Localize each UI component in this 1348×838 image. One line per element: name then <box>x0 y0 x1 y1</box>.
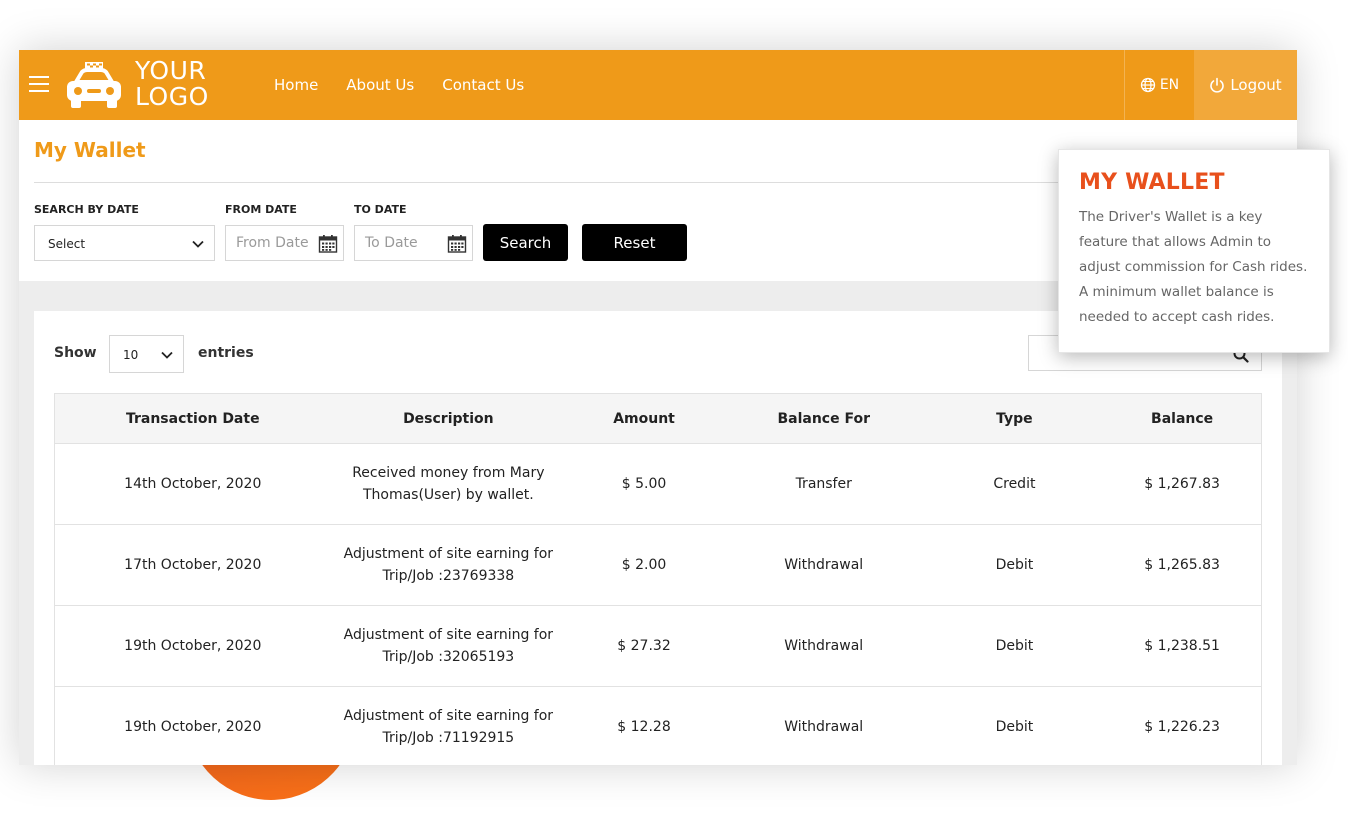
cell-balance: $ 1,238.51 <box>1144 638 1220 654</box>
column-header-balance-for[interactable]: Balance For <box>722 394 926 443</box>
feature-tooltip: MY WALLET The Driver's Wallet is a key f… <box>1058 149 1330 353</box>
logo-text: YOUR LOGO <box>135 56 209 111</box>
cell-balance-for: Withdrawal <box>784 638 864 654</box>
column-header-description[interactable]: Description <box>331 394 567 443</box>
entries-value: 10 <box>123 348 139 362</box>
cell-description: Adjustment of site earning for Trip/Job … <box>343 546 554 584</box>
table-header: Transaction Date Description Amount Bala… <box>55 394 1261 444</box>
cell-amount: $ 5.00 <box>621 476 667 492</box>
entries-per-page-select[interactable]: 10 <box>109 335 184 373</box>
show-label: Show <box>54 345 97 361</box>
search-button[interactable]: Search <box>483 224 568 261</box>
cell-type: Debit <box>995 638 1034 654</box>
cell-transaction-date: 19th October, 2020 <box>124 638 262 654</box>
cell-balance: $ 1,267.83 <box>1144 476 1220 492</box>
to-date-placeholder: To Date <box>365 235 418 251</box>
cell-type: Credit <box>993 476 1036 492</box>
cell-balance-for: Transfer <box>795 476 852 492</box>
cell-type: Debit <box>995 557 1034 573</box>
power-icon <box>1210 77 1225 93</box>
cell-description: Received money from Mary Thomas(User) by… <box>352 465 545 503</box>
table-row: 17th October, 2020 Adjustment of site ea… <box>55 525 1261 606</box>
cell-amount: $ 27.32 <box>617 638 671 654</box>
page-title: My Wallet <box>34 138 146 162</box>
entries-label: entries <box>198 345 254 361</box>
cell-balance: $ 1,265.83 <box>1144 557 1220 573</box>
cell-transaction-date: 14th October, 2020 <box>124 476 262 492</box>
cell-type: Debit <box>995 719 1034 735</box>
from-date-input[interactable]: From Date <box>225 225 344 261</box>
cell-balance: $ 1,226.23 <box>1144 719 1220 735</box>
language-label: EN <box>1159 77 1180 93</box>
chevron-down-icon <box>192 240 204 248</box>
from-date-placeholder: From Date <box>236 235 309 251</box>
calendar-icon[interactable] <box>447 234 467 254</box>
search-by-date-value: Select <box>48 237 86 251</box>
chevron-down-icon <box>161 351 173 359</box>
column-header-balance[interactable]: Balance <box>1103 394 1261 443</box>
top-navbar: YOUR LOGO Home About Us Contact Us EN Lo… <box>19 50 1297 120</box>
table-row: 19th October, 2020 Adjustment of site ea… <box>55 606 1261 687</box>
search-by-date-select[interactable]: Select <box>34 225 215 261</box>
table-row: 19th October, 2020 Adjustment of site ea… <box>55 687 1261 765</box>
globe-icon <box>1140 77 1155 93</box>
reset-button[interactable]: Reset <box>582 224 687 261</box>
nav-links: Home About Us Contact Us <box>274 50 552 120</box>
cell-balance-for: Withdrawal <box>784 557 864 573</box>
cell-description: Adjustment of site earning for Trip/Job … <box>343 708 554 746</box>
divider <box>34 182 1084 183</box>
nav-link-home[interactable]: Home <box>274 76 318 94</box>
cell-amount: $ 2.00 <box>621 557 667 573</box>
tooltip-title: MY WALLET <box>1079 170 1225 195</box>
logout-label: Logout <box>1230 76 1282 94</box>
to-date-input[interactable]: To Date <box>354 225 473 261</box>
column-header-transaction-date[interactable]: Transaction Date <box>55 394 331 443</box>
cell-balance-for: Withdrawal <box>784 719 864 735</box>
column-header-amount[interactable]: Amount <box>566 394 722 443</box>
car-logo-icon <box>67 62 121 108</box>
cell-transaction-date: 17th October, 2020 <box>124 557 262 573</box>
cell-amount: $ 12.28 <box>617 719 671 735</box>
logo[interactable]: YOUR LOGO <box>63 58 223 112</box>
language-selector[interactable]: EN <box>1124 50 1194 120</box>
from-date-label: FROM DATE <box>225 203 297 216</box>
transactions-card: Show 10 entries Transaction Date Descrip… <box>34 311 1282 765</box>
transactions-table: Transaction Date Description Amount Bala… <box>54 393 1262 765</box>
column-header-type[interactable]: Type <box>926 394 1104 443</box>
cell-transaction-date: 19th October, 2020 <box>124 719 262 735</box>
to-date-label: TO DATE <box>354 203 407 216</box>
hamburger-icon[interactable] <box>29 76 49 94</box>
cell-description: Adjustment of site earning for Trip/Job … <box>343 627 554 665</box>
logout-button[interactable]: Logout <box>1194 50 1297 120</box>
nav-link-contact-us[interactable]: Contact Us <box>442 76 524 94</box>
calendar-icon[interactable] <box>318 234 338 254</box>
search-by-date-label: SEARCH BY DATE <box>34 203 139 216</box>
nav-link-about-us[interactable]: About Us <box>346 76 414 94</box>
table-row: 14th October, 2020 Received money from M… <box>55 444 1261 525</box>
tooltip-text: The Driver's Wallet is a key feature tha… <box>1079 209 1308 325</box>
